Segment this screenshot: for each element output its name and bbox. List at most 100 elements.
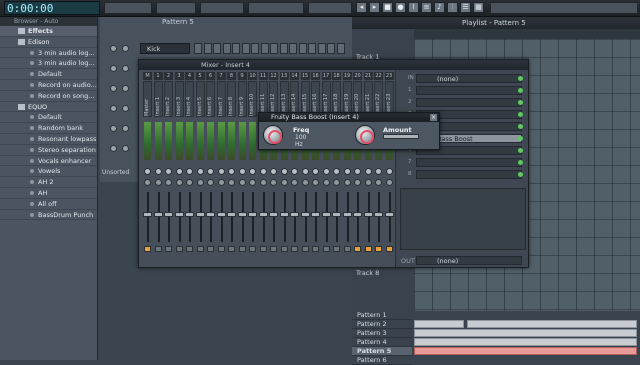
stereo-knob[interactable] [196, 179, 204, 186]
step-button[interactable] [327, 43, 335, 54]
channel-pan-knob[interactable] [110, 85, 117, 92]
playlist-icon[interactable]: ≡ [421, 2, 432, 13]
mixer-strip[interactable]: 10 Insert 10 [248, 72, 257, 264]
mixer-strip[interactable]: 7 Insert 7 [216, 72, 226, 264]
volume-fader[interactable] [290, 212, 299, 217]
pan-knob[interactable] [375, 168, 382, 175]
browser-preset-item[interactable]: Resonant lowpass [0, 134, 97, 145]
stereo-knob[interactable] [259, 179, 267, 186]
mixer-strip[interactable]: 4 Insert 4 [185, 72, 194, 264]
volume-fader[interactable] [174, 212, 184, 217]
stereo-knob[interactable] [238, 179, 246, 186]
close-icon[interactable]: × [430, 114, 437, 121]
send-switch[interactable] [154, 246, 162, 252]
pattern-row[interactable]: Pattern 1 [352, 311, 412, 320]
pan-knob[interactable] [217, 168, 225, 175]
volume-fader[interactable] [374, 212, 383, 217]
pan-knob[interactable] [228, 168, 235, 175]
fx-slot[interactable] [416, 158, 522, 167]
timeline-ruler[interactable] [414, 29, 640, 39]
pattern-row[interactable]: Pattern 3 [352, 329, 412, 338]
stereo-knob[interactable] [354, 179, 361, 186]
browser-preset-item[interactable]: 3 min audio log... [0, 58, 97, 70]
browser-preset-item[interactable]: Record on song... [0, 91, 97, 102]
pan-knob[interactable] [154, 168, 162, 175]
mixer-strip[interactable]: 23 Insert 23 [384, 72, 394, 264]
send-switch[interactable] [385, 246, 393, 252]
pan-knob[interactable] [333, 168, 340, 175]
pan-knob[interactable] [291, 168, 298, 175]
stereo-knob[interactable] [322, 179, 330, 186]
record-icon[interactable]: ● [395, 2, 406, 13]
browser-preset-item[interactable]: AH 2 [0, 177, 97, 188]
step-button[interactable] [279, 43, 288, 54]
fx-enable-led[interactable] [518, 148, 523, 153]
fx-enable-led[interactable] [518, 160, 523, 165]
step-button[interactable] [222, 43, 231, 54]
channel-icon[interactable]: ▦ [473, 2, 484, 13]
pan-knob[interactable] [270, 168, 277, 175]
freq-knob[interactable] [263, 125, 283, 145]
stereo-knob[interactable] [385, 179, 393, 186]
volume-fader[interactable] [143, 212, 152, 217]
fx-enable-led[interactable] [518, 112, 523, 117]
send-switch[interactable] [301, 246, 309, 252]
step-button[interactable] [251, 43, 259, 54]
mixer-icon[interactable]: ⫶ [447, 2, 458, 13]
browser-folder[interactable]: Edison [0, 37, 97, 48]
stop-icon[interactable]: ■ [382, 2, 393, 13]
stereo-knob[interactable] [364, 179, 372, 186]
mixer-strip[interactable]: 1 Insert 1 [153, 72, 163, 264]
step-button[interactable] [270, 43, 278, 54]
browser-preset-item[interactable]: AH [0, 188, 97, 199]
pattern-clip-selected[interactable] [414, 347, 637, 355]
mixer-strip[interactable]: 3 Insert 3 [174, 72, 184, 264]
pan-knob[interactable] [354, 168, 361, 175]
send-switch[interactable] [343, 246, 351, 252]
pan-knob[interactable] [259, 168, 267, 175]
volume-fader[interactable] [353, 212, 362, 217]
volume-fader[interactable] [300, 212, 310, 217]
fx-enable-led[interactable] [518, 124, 523, 129]
browser-preset-item[interactable]: Record on audio... [0, 80, 97, 91]
mixer-strip[interactable]: 16 Insert 16 [311, 72, 320, 264]
filter-label[interactable]: Unsorted [102, 169, 129, 176]
pan-knob[interactable] [312, 168, 319, 175]
mixer-strip[interactable]: 6 Insert 6 [206, 72, 215, 264]
send-switch[interactable] [217, 246, 225, 252]
amount-knob[interactable] [355, 125, 375, 145]
send-switch[interactable] [186, 246, 193, 252]
browser-folder[interactable]: EQUO [0, 102, 97, 113]
send-switch[interactable] [175, 246, 183, 252]
stereo-knob[interactable] [165, 179, 172, 186]
channel-volume-knob[interactable] [122, 125, 129, 132]
rewind-icon[interactable]: ◂ [356, 2, 367, 13]
send-switch[interactable] [196, 246, 204, 252]
pattern-row[interactable]: Pattern 6 [352, 356, 412, 365]
mixer-strip[interactable]: 18 Insert 18 [332, 72, 341, 264]
pattern-row[interactable]: Pattern 4 [352, 338, 412, 347]
fx-enable-led[interactable] [518, 100, 523, 105]
volume-fader[interactable] [216, 212, 226, 217]
mixer-strip[interactable]: 5 Insert 5 [195, 72, 205, 264]
browser-preset-item[interactable]: Stereo separation [0, 145, 97, 156]
mixer-strip[interactable]: 13 Insert 13 [279, 72, 289, 264]
browser-preset-item[interactable]: All off [0, 199, 97, 210]
pan-knob[interactable] [322, 168, 330, 175]
send-switch[interactable] [280, 246, 288, 252]
browser-folder[interactable]: Effects [0, 26, 97, 37]
browser-icon[interactable]: ☰ [460, 2, 471, 13]
mixer-strip[interactable]: 20 Insert 20 [353, 72, 362, 264]
mixer-strip[interactable]: 9 Insert 9 [237, 72, 247, 264]
send-switch[interactable] [333, 246, 340, 252]
step-button[interactable] [213, 43, 221, 54]
step-button[interactable] [232, 43, 240, 54]
volume-fader[interactable] [206, 212, 215, 217]
volume-fader[interactable] [311, 212, 320, 217]
pan-knob[interactable] [196, 168, 204, 175]
step-button[interactable] [194, 43, 202, 54]
step-button[interactable] [241, 43, 250, 54]
channel-pan-knob[interactable] [110, 125, 117, 132]
song-position-display[interactable]: 0:00:00 [4, 1, 100, 15]
browser-preset-item[interactable]: Default [0, 112, 97, 124]
